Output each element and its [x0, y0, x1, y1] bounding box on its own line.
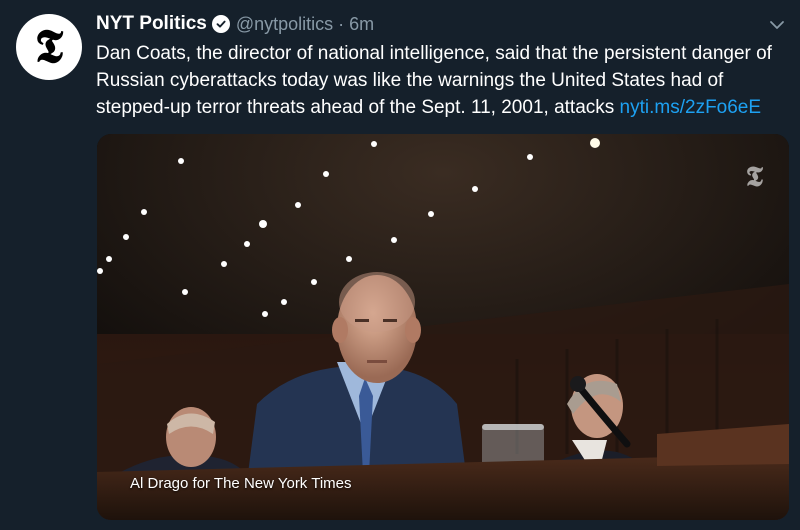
tweet-link[interactable]: nyti.ms/2zFo6eE [620, 97, 762, 118]
tweet-photo[interactable]: 𝕿 Al Drago for The New York Times [97, 134, 789, 520]
display-name[interactable]: NYT Politics [96, 13, 207, 35]
hearing-photo [97, 134, 789, 520]
avatar[interactable]: 𝕿 [16, 14, 82, 80]
tweet-header: NYT Politics @nytpolitics · 6m [96, 12, 374, 36]
user-handle[interactable]: @nytpolitics [236, 14, 333, 35]
chevron-down-icon[interactable] [768, 16, 786, 34]
photo-credit: Al Drago for The New York Times [130, 475, 352, 492]
tweet[interactable]: 𝕿 NYT Politics @nytpolitics · 6m Dan Coa… [0, 0, 800, 530]
nyt-watermark-icon: 𝕿 [745, 160, 763, 193]
separator-dot: · [338, 13, 345, 34]
verified-badge-icon [211, 15, 230, 33]
tweet-text: Dan Coats, the director of national inte… [96, 40, 792, 121]
nyt-logo-icon: 𝕿 [34, 19, 64, 73]
timestamp[interactable]: 6m [349, 14, 374, 35]
